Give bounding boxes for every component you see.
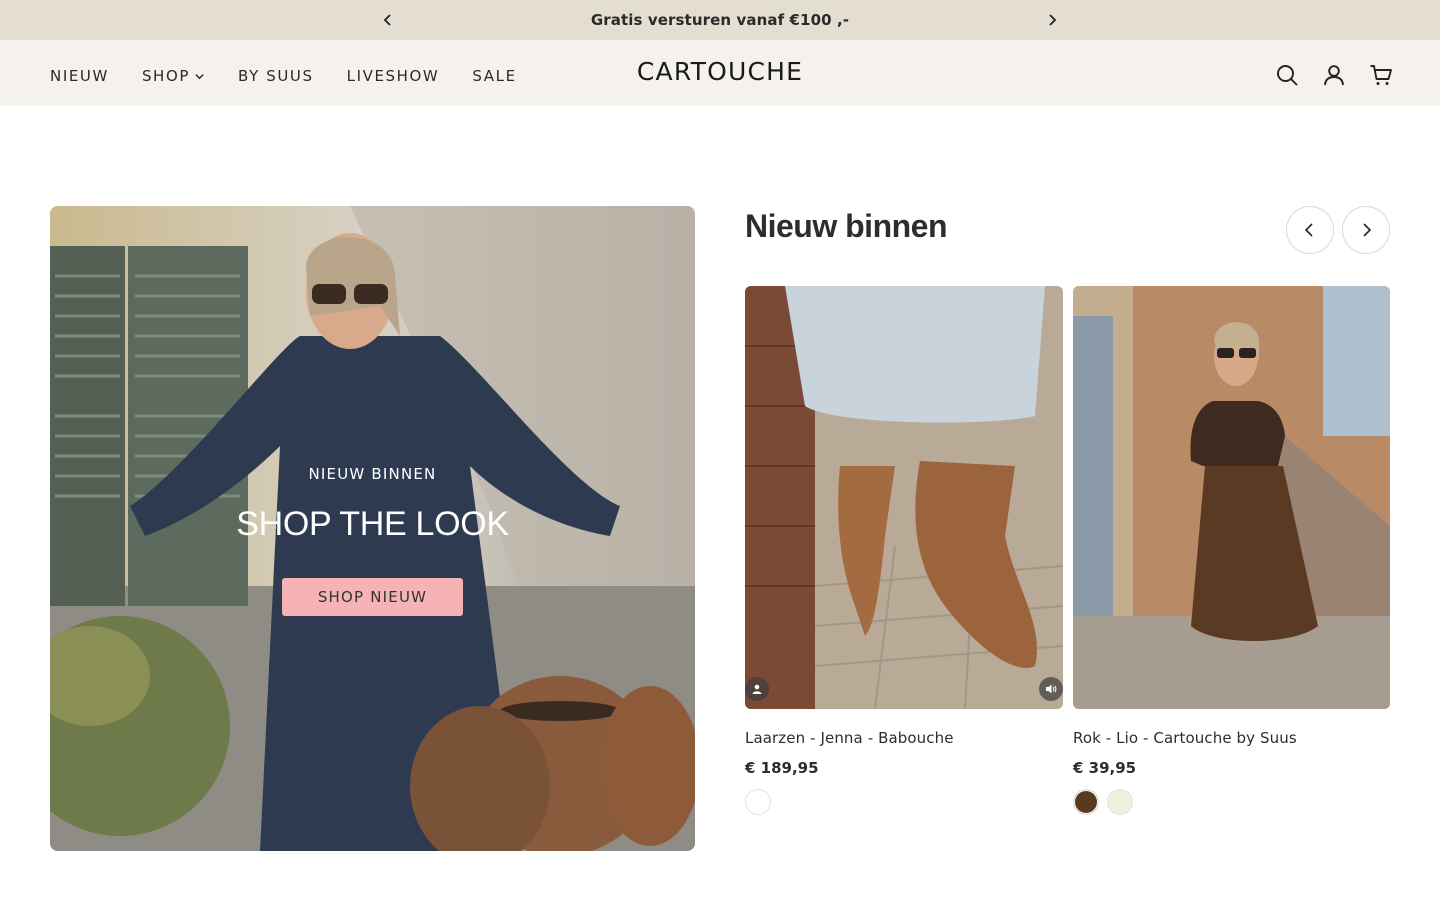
product-price: € 189,95: [745, 759, 819, 777]
chevron-down-icon: [195, 73, 204, 79]
carousel-prev-button[interactable]: [1286, 206, 1334, 254]
hero-title: SHOP THE LOOK: [236, 505, 509, 543]
account-button[interactable]: [1321, 62, 1347, 88]
main-nav: NIEUW SHOP BY SUUS LIVESHOW SALE: [50, 40, 550, 106]
site-logo[interactable]: CARTOUCHE: [637, 57, 803, 86]
chevron-left-icon: [1304, 223, 1313, 237]
chevron-right-icon: [1049, 14, 1057, 26]
chevron-left-icon: [383, 14, 391, 26]
product-image-wrapper[interactable]: [1073, 286, 1390, 709]
nav-item-by-suus[interactable]: BY SUUS: [238, 61, 314, 85]
color-swatches: [1073, 789, 1390, 815]
nav-item-liveshow[interactable]: LIVESHOW: [347, 61, 440, 85]
hero-kicker: NIEUW BINNEN: [308, 465, 437, 483]
announcement-prev-button[interactable]: [378, 10, 398, 30]
nav-item-nieuw[interactable]: NIEUW: [50, 61, 109, 85]
color-swatch-cream[interactable]: [1107, 789, 1133, 815]
speaker-icon: [1046, 684, 1057, 694]
section-title: Nieuw binnen: [745, 208, 948, 244]
sound-button[interactable]: [1039, 677, 1063, 701]
site-header: NIEUW SHOP BY SUUS LIVESHOW SALE CARTOUC…: [0, 40, 1440, 106]
carousel-next-button[interactable]: [1342, 206, 1390, 254]
person-icon: [752, 684, 762, 694]
header-icons: [1253, 62, 1394, 88]
hero-content: NIEUW BINNEN SHOP THE LOOK SHOP NIEUW: [50, 206, 695, 851]
search-icon: [1277, 65, 1298, 86]
product-name[interactable]: Rok - Lio - Cartouche by Suus: [1073, 729, 1390, 747]
chevron-right-icon: [1363, 223, 1372, 237]
nav-item-sale[interactable]: SALE: [472, 61, 516, 85]
product-image: [1073, 286, 1390, 709]
shop-new-button[interactable]: SHOP NIEUW: [282, 578, 463, 616]
color-swatch[interactable]: [745, 789, 771, 815]
model-info-button[interactable]: [745, 677, 769, 701]
nav-label: LIVESHOW: [346, 67, 440, 85]
nav-label: SALE: [472, 67, 517, 85]
announcement-bar: Gratis versturen vanaf €100 ,-: [0, 0, 1440, 40]
cart-icon: [1370, 65, 1392, 85]
product-name[interactable]: Laarzen - Jenna - Babouche: [745, 729, 1063, 747]
nav-label: NIEUW: [50, 67, 109, 85]
product-image-wrapper[interactable]: [745, 286, 1063, 709]
account-icon: [1324, 65, 1344, 86]
product-price: € 39,95: [1073, 759, 1137, 777]
color-swatch-brown[interactable]: [1073, 789, 1099, 815]
hero-banner[interactable]: NIEUW BINNEN SHOP THE LOOK SHOP NIEUW: [50, 206, 695, 851]
cart-button[interactable]: [1368, 62, 1394, 88]
product-card[interactable]: Rok - Lio - Cartouche by Suus € 39,95: [1073, 286, 1390, 815]
nav-item-shop[interactable]: SHOP: [142, 61, 205, 85]
nav-label: SHOP: [141, 67, 190, 85]
product-image: [745, 286, 1063, 709]
announcement-next-button[interactable]: [1042, 10, 1062, 30]
product-card[interactable]: Laarzen - Jenna - Babouche € 189,95: [745, 286, 1063, 815]
search-button[interactable]: [1274, 62, 1300, 88]
color-swatches: [745, 789, 1063, 815]
announcement-text: Gratis versturen vanaf €100 ,-: [590, 11, 850, 29]
nav-label: BY SUUS: [238, 67, 314, 85]
